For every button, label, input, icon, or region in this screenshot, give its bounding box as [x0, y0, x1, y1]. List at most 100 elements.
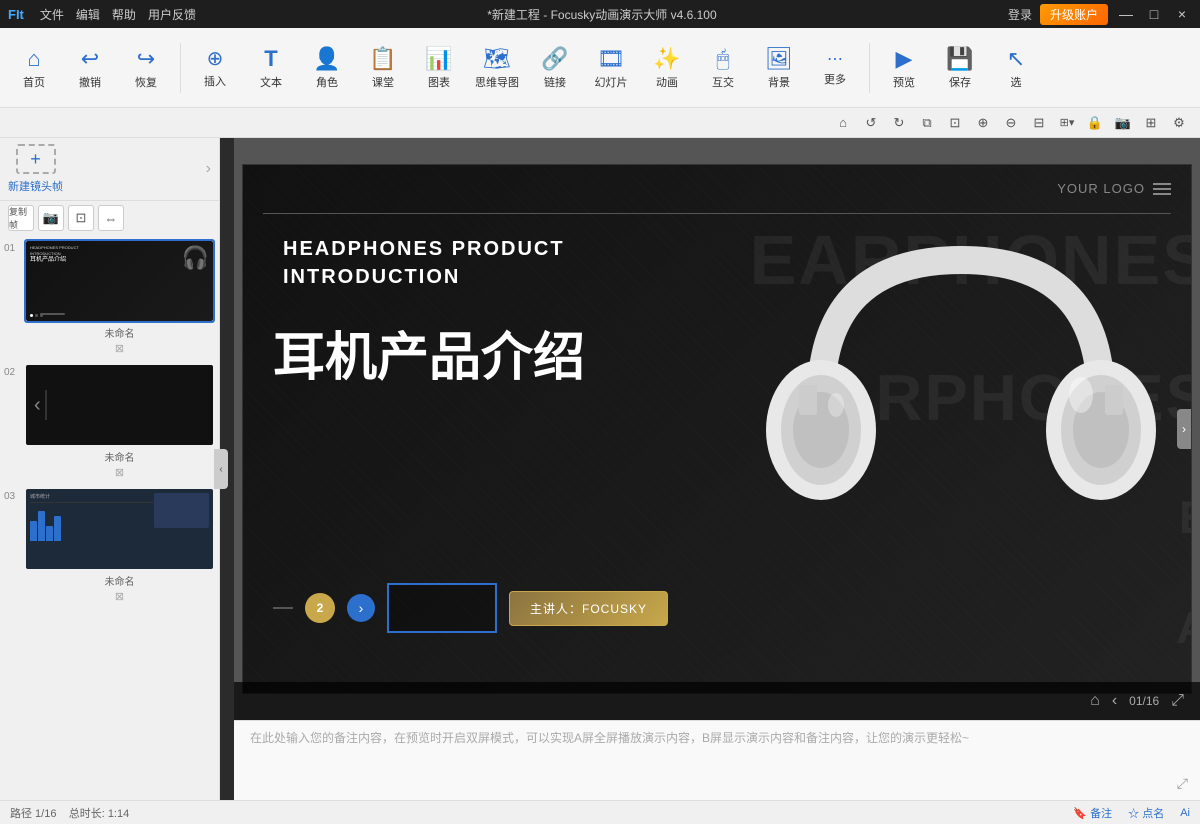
- slide-row: 01 HEADPHONES PRODUCTINTRODUCTION耳机产品介绍 …: [4, 239, 215, 323]
- notes-button[interactable]: 🔖 备注: [1073, 805, 1112, 821]
- page-indicator: 路径 1/16: [10, 808, 56, 820]
- notes-expand-button[interactable]: ⤢: [1177, 775, 1188, 792]
- slide-expand[interactable]: ⊠: [4, 342, 215, 355]
- status-right: 🔖 备注 ☆ 点名 Ai: [1073, 805, 1190, 821]
- tool-undo[interactable]: ↩ 撤销: [64, 33, 116, 103]
- canvas-area: YOUR LOGO EARPHONES EARPHONES E A HEADPH: [234, 138, 1200, 800]
- more-icon: ⋯: [827, 49, 843, 69]
- slide-name: 未命名: [4, 573, 215, 588]
- tool-bg[interactable]: 🖼 背景: [753, 33, 805, 103]
- action-camera[interactable]: 📷: [1112, 112, 1134, 134]
- menu-edit[interactable]: 编辑: [76, 6, 100, 23]
- slide-thumbnail[interactable]: ‹: [24, 363, 215, 447]
- prev-page-icon[interactable]: ‹: [1112, 692, 1117, 710]
- sidebar-tools: 复制帧 📷 ⊡ ⇔: [0, 201, 219, 235]
- slide-expand[interactable]: ⊠: [4, 466, 215, 479]
- action-grid[interactable]: ⊞: [1140, 112, 1162, 134]
- tool-mindmap[interactable]: 🗺 思维导图: [469, 33, 525, 103]
- tool-character[interactable]: 👤 角色: [301, 33, 353, 103]
- action-rotate-right[interactable]: ↻: [888, 112, 910, 134]
- tool-text[interactable]: T 文本: [245, 33, 297, 103]
- step-badge: 2: [305, 593, 335, 623]
- roll-call-label: 点名: [1142, 808, 1164, 820]
- action-lock[interactable]: 🔒: [1084, 112, 1106, 134]
- menu-file[interactable]: 文件: [40, 6, 64, 23]
- swap-tool-button[interactable]: ⇔: [98, 205, 124, 231]
- notes-placeholder: 在此处输入您的备注内容，在预览时开启双屏模式，可以实现A屏全屏播放演示内容，B屏…: [250, 729, 1184, 748]
- close-button[interactable]: ×: [1172, 4, 1192, 24]
- sidebar-top: + 新建镜头帧 ›: [0, 138, 219, 201]
- fullscreen-button[interactable]: ⤢: [1171, 692, 1184, 710]
- presentation-canvas[interactable]: YOUR LOGO EARPHONES EARPHONES E A HEADPH: [242, 164, 1192, 694]
- save-icon: 💾: [946, 46, 973, 72]
- slide-name: 未命名: [4, 449, 215, 464]
- bg-text-e: E: [1179, 495, 1192, 540]
- action-distribute[interactable]: ⊞▾: [1056, 112, 1078, 134]
- tool-character-label: 角色: [316, 74, 338, 90]
- presenter-button[interactable]: 主讲人：FOCUSKY: [509, 591, 668, 626]
- action-zoom-out[interactable]: ⊖: [1000, 112, 1022, 134]
- text-input-box[interactable]: [387, 583, 497, 633]
- ai-button[interactable]: Ai: [1180, 807, 1190, 819]
- login-button[interactable]: 登录: [1008, 6, 1032, 23]
- action-copy[interactable]: ⧉: [916, 112, 938, 134]
- title-left: FIt 文件 编辑 帮助 用户反馈: [8, 6, 196, 23]
- tool-preview-label: 预览: [893, 74, 915, 90]
- hamburger-menu-icon[interactable]: [1153, 183, 1171, 195]
- action-home[interactable]: ⌂: [832, 112, 854, 134]
- tool-lesson[interactable]: 📋 课堂: [357, 33, 409, 103]
- slide-thumbnail[interactable]: HEADPHONES PRODUCTINTRODUCTION耳机产品介绍 🎧: [24, 239, 215, 323]
- roll-call-button[interactable]: ☆ 点名: [1128, 805, 1164, 821]
- slide-thumbnail[interactable]: 城市统计: [24, 487, 215, 571]
- tool-bg-label: 背景: [768, 74, 790, 90]
- camera-tool-button[interactable]: 📷: [38, 205, 64, 231]
- tool-more[interactable]: ⋯ 更多: [809, 33, 861, 103]
- roll-call-icon: ☆: [1128, 808, 1139, 820]
- tool-interact[interactable]: 🖱 互交: [697, 33, 749, 103]
- crop-tool-button[interactable]: ⊡: [68, 205, 94, 231]
- tool-redo[interactable]: ↪ 恢复: [120, 33, 172, 103]
- slide-number: 03: [4, 487, 20, 502]
- new-frame-button[interactable]: + 新建镜头帧: [8, 144, 63, 194]
- tool-slide[interactable]: 🎞 幻灯片: [585, 33, 637, 103]
- preview-icon: ▶: [896, 46, 913, 72]
- tool-preview[interactable]: ▶ 预览: [878, 33, 930, 103]
- link-icon: 🔗: [541, 46, 568, 72]
- sidebar-collapse-button[interactable]: ‹: [214, 449, 228, 489]
- tool-chart[interactable]: 📊 图表: [413, 33, 465, 103]
- tool-insert[interactable]: ⊕ 插入: [189, 33, 241, 103]
- tool-select[interactable]: ↖ 选: [990, 33, 1042, 103]
- slide-expand[interactable]: ⊠: [4, 590, 215, 603]
- ai-label: Ai: [1180, 807, 1190, 819]
- undo-icon: ↩: [81, 46, 99, 72]
- maximize-button[interactable]: □: [1144, 4, 1164, 24]
- right-panel-expand-button[interactable]: ›: [1177, 409, 1191, 449]
- action-settings[interactable]: ⚙: [1168, 112, 1190, 134]
- minimize-button[interactable]: —: [1116, 4, 1136, 24]
- line-connector: [273, 607, 293, 609]
- tool-animate[interactable]: ✨ 动画: [641, 33, 693, 103]
- menu-feedback[interactable]: 用户反馈: [148, 6, 196, 23]
- tool-link[interactable]: 🔗 链接: [529, 33, 581, 103]
- upgrade-button[interactable]: 升级账户: [1040, 4, 1108, 25]
- redo-icon: ↪: [137, 46, 155, 72]
- action-rotate-left[interactable]: ↺: [860, 112, 882, 134]
- logo-text: YOUR LOGO: [1057, 181, 1145, 196]
- tool-save[interactable]: 💾 保存: [934, 33, 986, 103]
- copy-frame-button[interactable]: 复制帧: [8, 205, 34, 231]
- presenter-area: 2 › 主讲人：FOCUSKY: [273, 583, 668, 633]
- sidebar-collapse-arrow[interactable]: ›: [206, 160, 211, 178]
- slide-content-preview: HEADPHONES PRODUCTINTRODUCTION耳机产品介绍: [30, 245, 79, 265]
- status-bar: 路径 1/16 总时长: 1:14 🔖 备注 ☆ 点名 Ai: [0, 800, 1200, 824]
- action-crop[interactable]: ⊡: [944, 112, 966, 134]
- headphone-svg: [761, 200, 1161, 680]
- tool-home[interactable]: ⌂ 首页: [8, 33, 60, 103]
- menu-items[interactable]: 文件 编辑 帮助 用户反馈: [40, 6, 196, 23]
- home-nav-icon[interactable]: ⌂: [1090, 692, 1100, 710]
- tool-chart-label: 图表: [428, 74, 450, 90]
- action-align[interactable]: ⊟: [1028, 112, 1050, 134]
- bg-icon: 🖼: [765, 46, 793, 72]
- action-zoom-in[interactable]: ⊕: [972, 112, 994, 134]
- menu-help[interactable]: 帮助: [112, 6, 136, 23]
- next-arrow-button[interactable]: ›: [347, 594, 375, 622]
